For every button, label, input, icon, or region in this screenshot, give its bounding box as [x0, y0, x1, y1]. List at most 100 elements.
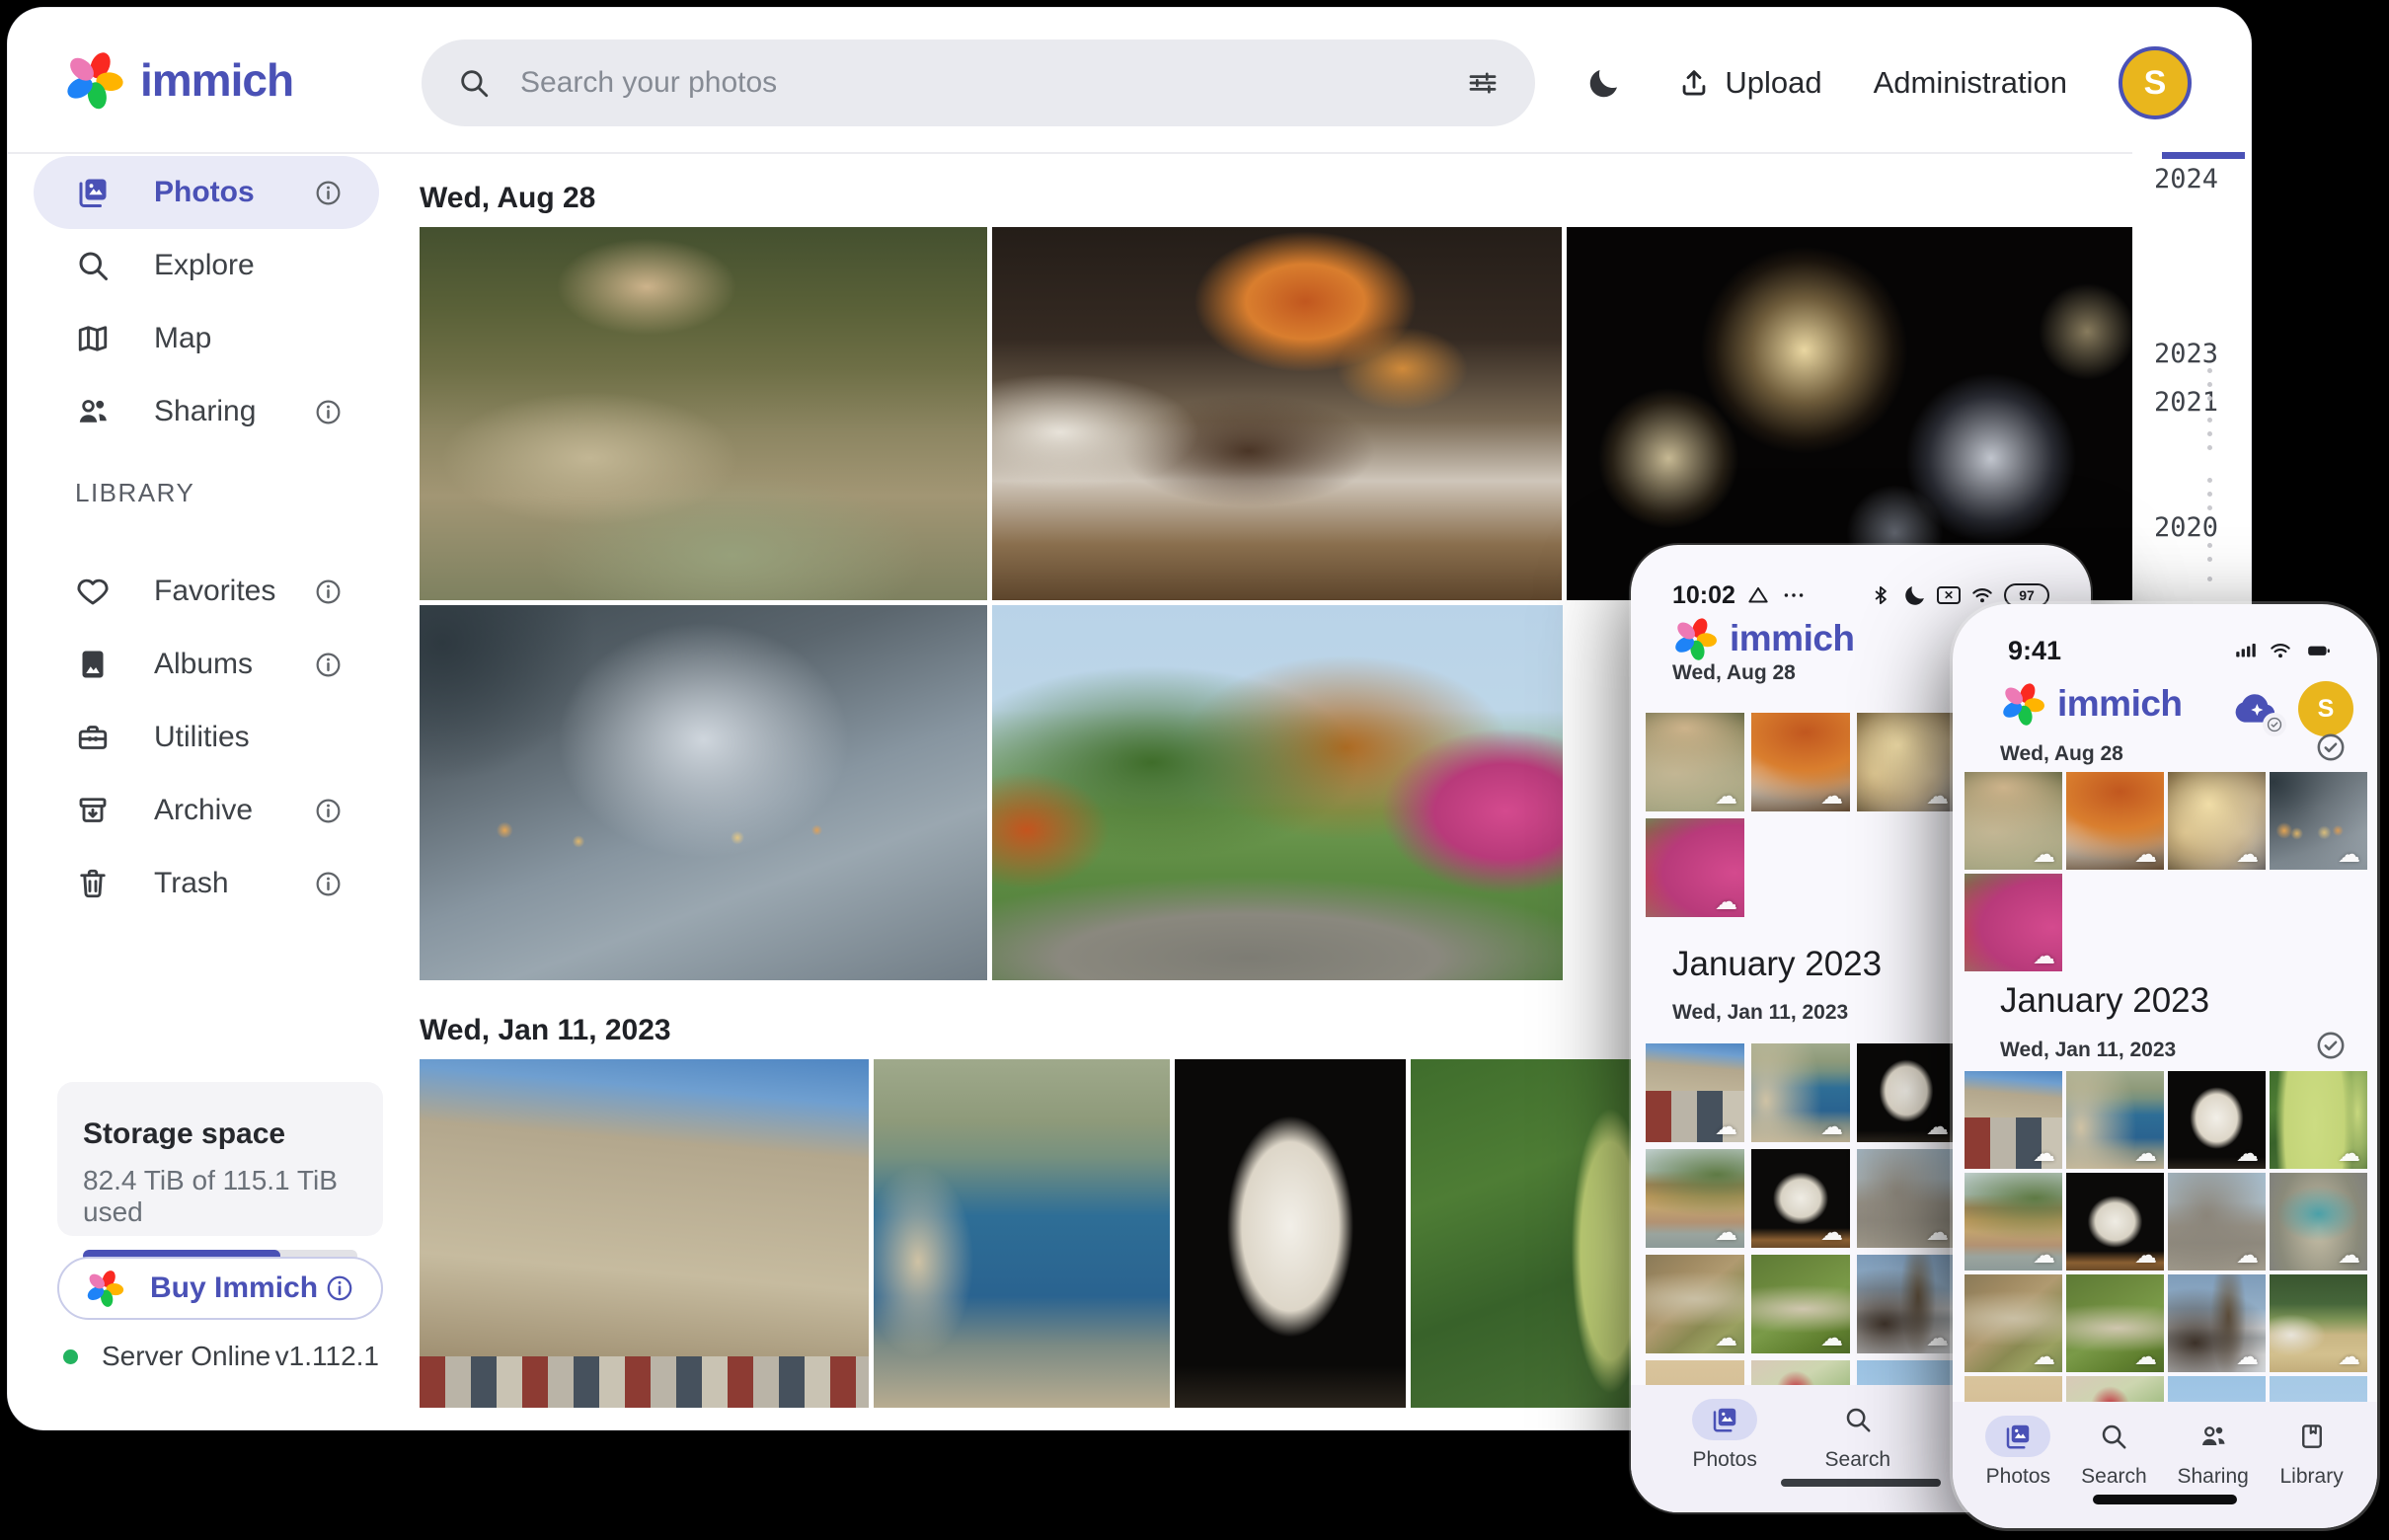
thumb-autumn-park-path[interactable] — [1646, 818, 1744, 917]
month-header: January 2023 — [2000, 981, 2209, 1021]
thumb-lizard-2[interactable] — [1751, 1255, 1850, 1353]
thumb-castle-ruins[interactable] — [1857, 1149, 1956, 1248]
photo-fortress-walls[interactable] — [420, 1059, 869, 1408]
immich-logo[interactable]: immich — [63, 36, 293, 124]
thumb-snowy-church[interactable] — [2168, 1274, 2266, 1372]
nav-item-library[interactable]: Library — [2279, 1416, 2345, 1489]
sidebar-item-photos[interactable]: Photos — [34, 156, 379, 229]
thumb-ornate-trophy[interactable] — [2270, 1173, 2367, 1270]
photos-icon — [1710, 1405, 1739, 1434]
thumb-autumn-dinner-table[interactable] — [1751, 713, 1850, 811]
date-group-header: Wed, Jan 11, 2023 — [1672, 1001, 1848, 1025]
thumb-beach-cliff[interactable] — [1646, 1149, 1744, 1248]
status-time: 9:41 — [2008, 636, 2061, 666]
archive-icon — [75, 793, 111, 828]
sidebar-item-archive[interactable]: Archive — [34, 774, 379, 847]
thumb-lizard-2[interactable] — [2066, 1274, 2164, 1372]
thumb-sea-grape-berries[interactable] — [2270, 1071, 2367, 1169]
scrubber-year-2020[interactable]: 2020 — [2154, 512, 2218, 543]
photo-autumn-dinner-table[interactable] — [992, 227, 1563, 600]
thumb-zoo-monkeys[interactable] — [1646, 713, 1744, 811]
theme-toggle-button[interactable] — [1582, 61, 1626, 105]
thumb-holding-hands[interactable] — [2270, 772, 2367, 870]
scrubber-tick — [2207, 577, 2212, 581]
immich-logo: immich — [2000, 681, 2183, 727]
photo-marble-bust[interactable] — [1175, 1059, 1406, 1408]
nav-pill — [1692, 1399, 1757, 1440]
backup-cloud-button[interactable] — [2229, 681, 2282, 734]
sidebar-item-explore[interactable]: Explore — [34, 229, 379, 302]
nav-item-photos[interactable]: Photos — [1692, 1399, 1757, 1472]
administration-link[interactable]: Administration — [1874, 65, 2067, 101]
sidebar-item-sharing[interactable]: Sharing — [34, 375, 379, 448]
sidebar-item-albums[interactable]: Albums — [34, 628, 379, 701]
thumb-fortress-walls[interactable] — [1646, 1043, 1744, 1142]
storage-card: Storage space 82.4 TiB of 115.1 TiB used — [57, 1082, 383, 1236]
thumb-coastal-town[interactable] — [1751, 1043, 1850, 1142]
nav-pill — [2081, 1416, 2146, 1457]
search-icon — [457, 66, 491, 100]
screenshot-canvas: immich Search your photos Upload Adminis… — [0, 0, 2389, 1540]
nav-item-search[interactable]: Search — [2081, 1416, 2147, 1489]
user-avatar[interactable]: S — [2119, 46, 2192, 119]
thumb-lizard-1[interactable] — [1646, 1255, 1744, 1353]
thumb-lizard-1[interactable] — [1965, 1274, 2062, 1372]
thumb-castle-ruins[interactable] — [2168, 1173, 2266, 1270]
buy-immich-button[interactable]: Buy Immich — [57, 1257, 383, 1320]
no-sim-icon: ✕ — [1937, 586, 1961, 604]
photo-zoo-monkeys[interactable] — [420, 227, 987, 600]
thumb-farm-village[interactable] — [2270, 1274, 2367, 1372]
select-all-check-icon[interactable] — [2314, 1029, 2348, 1062]
thumb-coastal-town[interactable] — [2066, 1071, 2164, 1169]
thumb-beach-cliff[interactable] — [1965, 1173, 2062, 1270]
thumb-marble-bust[interactable] — [1857, 1043, 1956, 1142]
info-icon[interactable] — [313, 397, 344, 427]
sidebar-item-utilities[interactable]: Utilities — [34, 701, 379, 774]
sharing-people-icon — [2198, 1422, 2228, 1451]
search-filter-icon[interactable] — [1466, 66, 1500, 100]
thumb-marble-bust[interactable] — [2168, 1071, 2266, 1169]
scrubber-tick — [2207, 478, 2212, 483]
sidebar-item-favorites[interactable]: Favorites — [34, 555, 379, 628]
info-icon[interactable] — [313, 577, 344, 607]
thumb-stone-sculpture[interactable] — [1751, 1149, 1850, 1248]
select-all-check-icon[interactable] — [2314, 731, 2348, 764]
photo-coastal-town[interactable] — [874, 1059, 1170, 1408]
scrubber-year-2023[interactable]: 2023 — [2154, 339, 2218, 369]
thumb-autumn-dinner-table[interactable] — [2066, 772, 2164, 870]
search-input[interactable]: Search your photos — [422, 39, 1535, 126]
scrubber-tick — [2207, 505, 2212, 510]
brand-wordmark: immich — [1730, 618, 1855, 659]
sidebar-item-trash[interactable]: Trash — [34, 847, 379, 920]
scrubber-tick — [2207, 418, 2212, 423]
thumb-autumn-park-path[interactable] — [1965, 874, 2062, 971]
storage-usage: 82.4 TiB of 115.1 TiB used — [83, 1165, 357, 1228]
upload-button[interactable]: Upload — [1677, 65, 1821, 101]
sidebar-item-map[interactable]: Map — [34, 302, 379, 375]
nav-label: Library — [2280, 1465, 2344, 1489]
status-right — [2233, 638, 2336, 663]
nav-item-sharing[interactable]: Sharing — [2177, 1416, 2248, 1489]
info-icon[interactable] — [313, 650, 344, 680]
ios-status-bar: 9:41 — [1953, 634, 2377, 667]
photo-autumn-park-path[interactable] — [992, 605, 1563, 980]
thumb-fireworks[interactable] — [1857, 713, 1956, 811]
info-icon[interactable] — [313, 869, 344, 899]
thumb-stone-sculpture[interactable] — [2066, 1173, 2164, 1270]
info-icon[interactable] — [313, 178, 344, 208]
info-icon[interactable] — [313, 796, 344, 826]
nav-item-photos[interactable]: Photos — [1985, 1416, 2050, 1489]
info-icon[interactable] — [324, 1272, 355, 1304]
nav-item-search[interactable]: Search — [1825, 1399, 1891, 1472]
thumb-fortress-walls[interactable] — [1965, 1071, 2062, 1169]
scrubber-year-2024[interactable]: 2024 — [2154, 164, 2218, 194]
scrubber-year-2021[interactable]: 2021 — [2154, 387, 2218, 418]
thumb-fireworks[interactable] — [2168, 772, 2266, 870]
nav-label: Search — [2081, 1465, 2147, 1489]
sidebar-item-label: Albums — [154, 648, 253, 681]
photo-holding-hands[interactable] — [420, 605, 987, 980]
user-avatar[interactable]: S — [2298, 681, 2353, 736]
thumb-zoo-monkeys[interactable] — [1965, 772, 2062, 870]
scrubber-tick — [2207, 368, 2212, 373]
thumb-snowy-church[interactable] — [1857, 1255, 1956, 1353]
